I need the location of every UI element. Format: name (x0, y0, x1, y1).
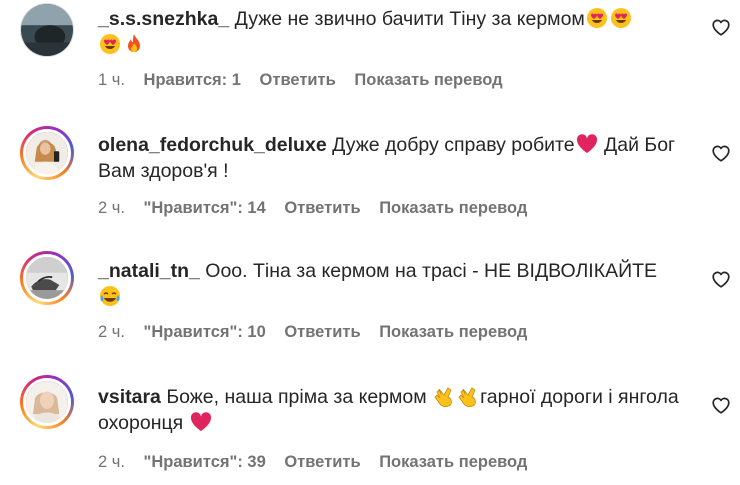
translate-button[interactable]: Показать перевод (354, 71, 502, 89)
red-heart-emoji (190, 411, 212, 433)
like-heart-icon[interactable] (710, 142, 732, 164)
red-heart-emoji (576, 133, 598, 155)
comment-body: Дуже добру справу робите (332, 134, 575, 156)
comment-meta: 2 ч. "Нравится": 39 Ответить Показать пе… (98, 453, 541, 472)
like-heart-icon[interactable] (710, 16, 732, 38)
timestamp: 2 ч. (98, 453, 125, 471)
avatar-photo (26, 132, 68, 174)
username-link[interactable]: _s.s.snezhka_ (98, 8, 229, 30)
clapping-hands-emoji (433, 385, 455, 407)
translate-button[interactable]: Показать перевод (379, 453, 527, 471)
comment-text: _s.s.snezhka_ Дуже не звично бачити Тіну… (98, 6, 688, 58)
avatar[interactable] (20, 375, 74, 429)
comment-text: _natali_tn_ Ооо. Тіна за кермом на трасі… (98, 258, 688, 310)
reply-button[interactable]: Ответить (284, 453, 360, 471)
comment-meta: 1 ч. Нравится: 1 Ответить Показать перев… (98, 71, 517, 90)
fire-emoji (123, 33, 145, 55)
comment-meta: 2 ч. "Нравится": 10 Ответить Показать пе… (98, 323, 541, 342)
heart-eyes-emoji (610, 7, 632, 29)
heart-eyes-emoji (586, 7, 608, 29)
avatar[interactable] (20, 251, 74, 305)
comment-text: vsitara Боже, наша пріма за кермом гарно… (98, 384, 688, 436)
tears-of-joy-emoji (99, 285, 121, 307)
reply-button[interactable]: Ответить (284, 199, 360, 217)
reply-button[interactable]: Ответить (260, 71, 336, 89)
likes-count[interactable]: "Нравится": 14 (144, 199, 266, 217)
username-link[interactable]: olena_fedorchuk_deluxe (98, 134, 327, 156)
comment-body: Боже, наша пріма за кермом (166, 386, 427, 408)
username-link[interactable]: vsitara (98, 386, 161, 408)
comment-body: Ооо. Тіна за кермом на трасі - НЕ ВІДВОЛ… (205, 260, 658, 282)
likes-count[interactable]: "Нравится": 39 (144, 453, 266, 471)
clapping-hands-emoji (457, 385, 479, 407)
timestamp: 1 ч. (98, 71, 125, 89)
avatar-photo (21, 4, 73, 56)
timestamp: 2 ч. (98, 199, 125, 217)
heart-eyes-emoji (99, 33, 121, 55)
likes-count[interactable]: "Нравится": 10 (144, 323, 266, 341)
avatar[interactable] (20, 126, 74, 180)
comment-text: olena_fedorchuk_deluxe Дуже добру справу… (98, 132, 688, 184)
comment-meta: 2 ч. "Нравится": 14 Ответить Показать пе… (98, 199, 541, 218)
avatar-photo (26, 381, 68, 423)
username-link[interactable]: _natali_tn_ (98, 260, 200, 282)
translate-button[interactable]: Показать перевод (379, 323, 527, 341)
likes-count[interactable]: Нравится: 1 (144, 71, 241, 89)
comment-body: Дуже не звично бачити Тіну за кермом (234, 8, 585, 30)
reply-button[interactable]: Ответить (284, 323, 360, 341)
timestamp: 2 ч. (98, 323, 125, 341)
translate-button[interactable]: Показать перевод (379, 199, 527, 217)
avatar[interactable] (20, 3, 74, 57)
avatar-photo (26, 257, 68, 299)
like-heart-icon[interactable] (710, 394, 732, 416)
like-heart-icon[interactable] (710, 268, 732, 290)
